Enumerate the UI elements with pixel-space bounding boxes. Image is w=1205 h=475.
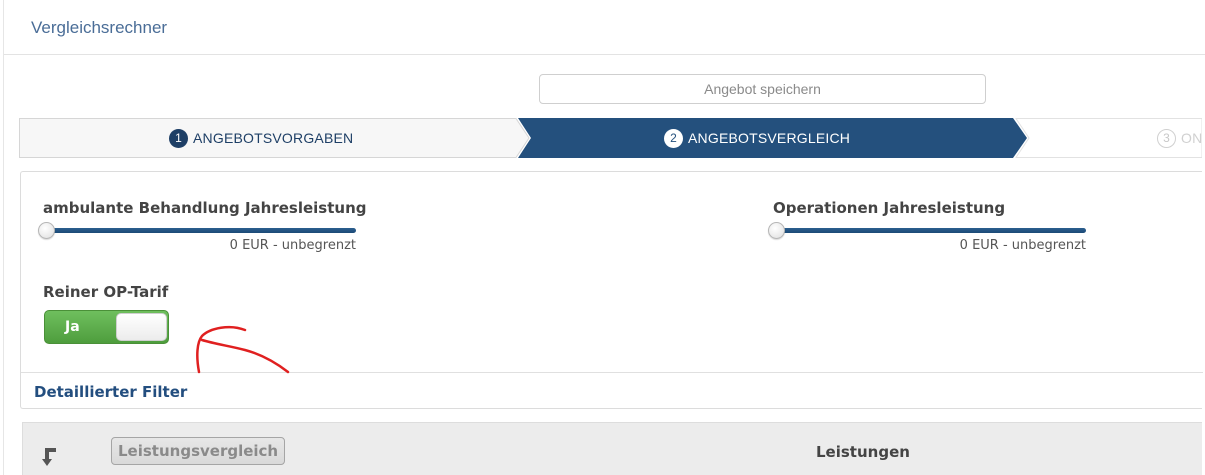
red-arrow-annotation (196, 325, 290, 374)
operationen-slider-handle[interactable] (768, 222, 785, 239)
save-offer-button[interactable]: Angebot speichern (539, 74, 986, 104)
ambulant-slider-handle[interactable] (38, 222, 55, 239)
op-tarif-label: Reiner OP-Tarif (43, 283, 169, 301)
detailed-filter-link[interactable]: Detaillierter Filter (34, 383, 187, 401)
operationen-slider-value: 0 EUR - unbegrenzt (959, 238, 1086, 253)
wizard-step-angebotsvorgaben[interactable]: 1 ANGEBOTSVORGABEN (169, 118, 353, 158)
step-number-badge: 2 (664, 128, 683, 148)
leistungsvergleich-button[interactable]: Leistungsvergleich (111, 437, 286, 465)
wizard-steps: 1 ANGEBOTSVORGABEN 2 ANGEBOTSVERGLEICH 3… (19, 118, 1202, 158)
ambulant-slider-track[interactable] (46, 228, 356, 233)
op-tarif-toggle[interactable]: Ja (44, 310, 169, 344)
ambulant-slider-value: 0 EUR - unbegrenzt (229, 238, 356, 253)
toggle-knob (116, 313, 167, 341)
app-header: Vergleichsrechner (4, 0, 1205, 55)
toggle-on-label: Ja (65, 319, 80, 335)
wizard-step-angebotsvergleich[interactable]: 2 ANGEBOTSVERGLEICH (664, 118, 850, 158)
step-label: ANGEBOTSVORGABEN (193, 130, 354, 146)
step-label: ANGEBOTSVERGLEICH (688, 130, 851, 146)
step-label: ON (1181, 130, 1203, 146)
return-arrow-icon[interactable] (39, 445, 59, 469)
leistungen-column-title: Leistungen (816, 443, 910, 461)
operationen-slider-track[interactable] (776, 228, 1086, 233)
wizard-step-3[interactable]: 3 ON (1157, 118, 1202, 158)
ambulant-slider-label: ambulante Behandlung Jahresleistung (43, 199, 367, 217)
results-header-bar: Leistungsvergleich Leistungen (22, 422, 1202, 475)
step-number-badge: 3 (1157, 128, 1176, 148)
step-number-badge: 1 (169, 128, 188, 148)
operationen-slider-label: Operationen Jahresleistung (773, 199, 1006, 217)
app-title: Vergleichsrechner (31, 18, 168, 37)
